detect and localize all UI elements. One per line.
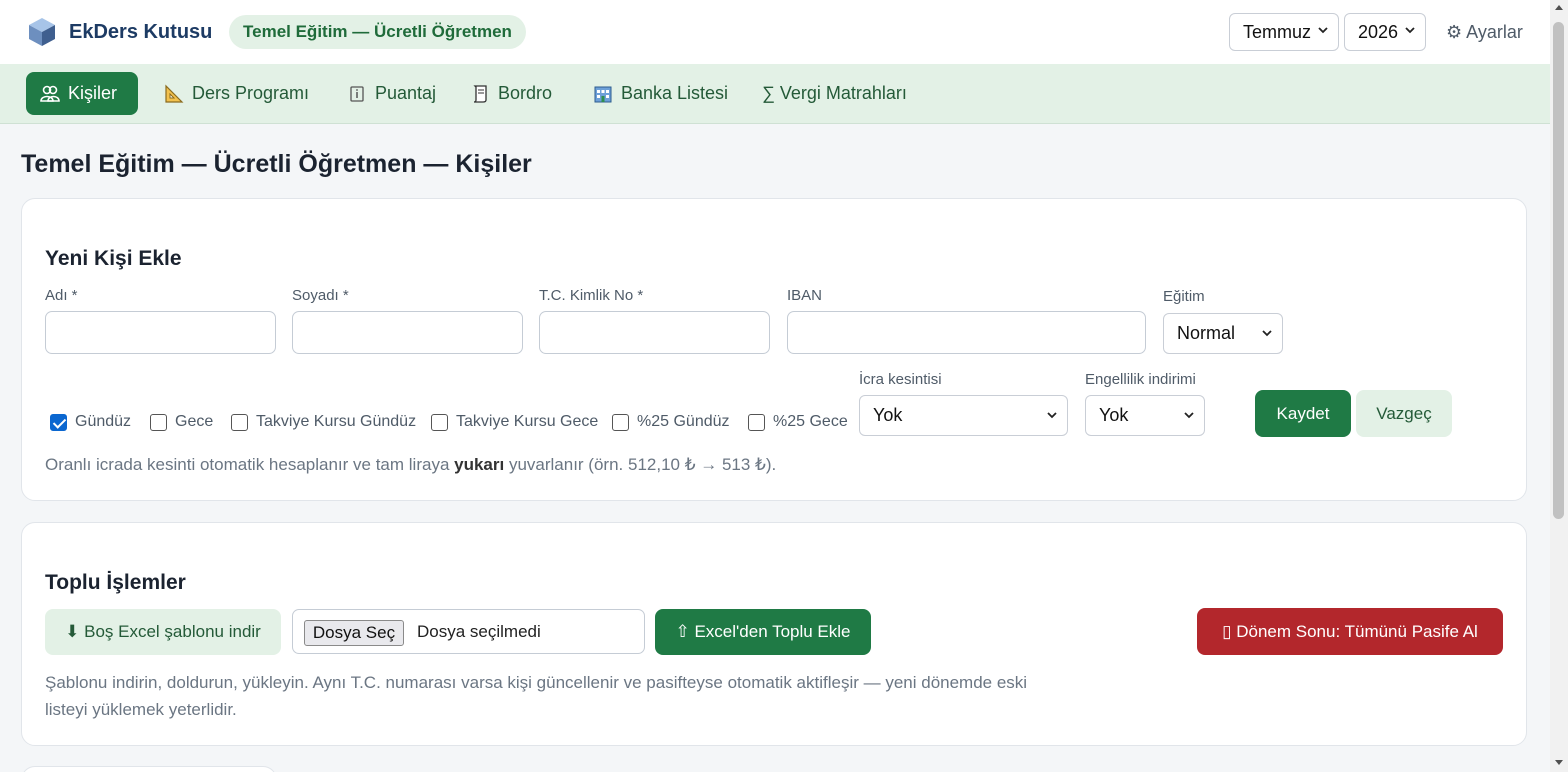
- checkbox-label: Takviye Kursu Gündüz: [256, 413, 417, 430]
- first-name-input[interactable]: [45, 311, 276, 354]
- checkbox-label: Gece: [175, 413, 214, 430]
- chevron-down-icon: [1262, 330, 1272, 337]
- scroll-up-arrow-icon[interactable]: [1555, 5, 1563, 10]
- checkbox-box[interactable]: [50, 413, 67, 431]
- checkbox-box[interactable]: [231, 413, 248, 431]
- bulk-operations-title: Toplu İşlemler: [45, 571, 186, 594]
- main-nav: Kişiler Ders Programı Puantaj Bordro Ban…: [0, 64, 1550, 124]
- disability-select[interactable]: Yok: [1085, 395, 1205, 436]
- tc-input[interactable]: [539, 311, 770, 354]
- last-name-input[interactable]: [292, 311, 523, 354]
- iban-label: IBAN: [787, 287, 823, 304]
- checkbox-box[interactable]: [150, 413, 167, 431]
- year-select[interactable]: 2026: [1344, 13, 1426, 51]
- garnishment-select-value: Yok: [873, 405, 903, 425]
- nav-item-vergi-matrahlari[interactable]: ∑ Vergi Matrahları: [748, 72, 921, 115]
- next-card: [21, 766, 277, 772]
- nav-label: ∑ Vergi Matrahları: [762, 83, 907, 103]
- garnishment-hint: Oranlı icrada kesinti otomatik hesaplanı…: [45, 455, 777, 474]
- download-template-button[interactable]: ⬇ Boş Excel şablonu indir: [45, 609, 281, 655]
- month-select[interactable]: Temmuz: [1229, 13, 1339, 51]
- nav-item-kisiler[interactable]: Kişiler: [26, 72, 138, 115]
- education-label: Eğitim: [1163, 288, 1205, 305]
- nav-label: Kişiler: [68, 83, 118, 103]
- settings-link[interactable]: ⚙ Ayarlar: [1446, 22, 1523, 43]
- last-name-label: Soyadı *: [292, 287, 349, 304]
- people-icon: [40, 85, 60, 102]
- cube-logo-icon: [29, 18, 55, 46]
- checkbox-takviye-gece[interactable]: Takviye Kursu Gece: [431, 413, 598, 431]
- checkbox-label: Gündüz: [75, 413, 132, 430]
- deactivate-all-button[interactable]: ▯ Dönem Sonu: Tümünü Pasife Al: [1197, 608, 1503, 655]
- file-input[interactable]: Dosya Seç Dosya seçilmedi: [292, 609, 645, 654]
- disability-label: Engellilik indirimi: [1085, 371, 1196, 388]
- bulk-upload-button[interactable]: ⇧ Excel'den Toplu Ekle: [655, 609, 871, 655]
- page-scrollbar[interactable]: [1550, 0, 1568, 772]
- first-name-label: Adı *: [45, 287, 78, 304]
- checkbox-yuzde25-gunduz[interactable]: %25 Gündüz: [612, 413, 730, 431]
- new-person-title: Yeni Kişi Ekle: [45, 247, 182, 270]
- education-select-value: Normal: [1177, 323, 1236, 343]
- checkbox-label: %25 Gündüz: [637, 413, 730, 430]
- nav-item-bordro[interactable]: Bordro: [456, 72, 566, 115]
- page-title: Temel Eğitim — Ücretli Öğretmen — Kişile…: [21, 150, 532, 178]
- bulk-hint: Şablonu indirin, doldurun, yükleyin. Ayn…: [45, 673, 1028, 719]
- scroll-icon: [473, 84, 487, 103]
- chevron-down-icon: [1184, 412, 1194, 419]
- nav-item-banka-listesi[interactable]: Banka Listesi: [579, 72, 742, 115]
- garnishment-label: İcra kesintisi: [859, 371, 942, 388]
- nav-item-puantaj[interactable]: Puantaj: [333, 72, 450, 115]
- ruler-icon: [165, 84, 184, 103]
- checkbox-label: Takviye Kursu Gece: [456, 413, 599, 430]
- chevron-down-icon: [1318, 27, 1328, 34]
- chevron-down-icon: [1405, 27, 1415, 34]
- checkbox-label: %25 Gece: [773, 413, 848, 430]
- iban-input[interactable]: [787, 311, 1146, 354]
- context-badge: Temel Eğitim — Ücretli Öğretmen: [229, 15, 526, 49]
- nav-item-ders-programi[interactable]: Ders Programı: [150, 72, 323, 115]
- checkbox-box[interactable]: [612, 413, 629, 431]
- bank-icon: [594, 86, 612, 102]
- checkbox-box[interactable]: [431, 413, 448, 431]
- cancel-button[interactable]: Vazgeç: [1356, 390, 1452, 437]
- app-header: EkDers Kutusu Temel Eğitim — Ücretli Öğr…: [0, 0, 1550, 64]
- choose-file-button[interactable]: Dosya Seç: [304, 620, 404, 646]
- checkbox-yuzde25-gece[interactable]: %25 Gece: [748, 413, 848, 431]
- info-icon: [350, 85, 364, 102]
- checkbox-gunduz[interactable]: Gündüz: [50, 413, 131, 431]
- checkbox-takviye-gunduz[interactable]: Takviye Kursu Gündüz: [231, 413, 416, 431]
- garnishment-select[interactable]: Yok: [859, 395, 1068, 436]
- file-status: Dosya seçilmedi: [417, 622, 541, 641]
- education-select[interactable]: Normal: [1163, 313, 1283, 354]
- nav-label: Banka Listesi: [621, 83, 729, 103]
- checkbox-gece[interactable]: Gece: [150, 413, 213, 431]
- chevron-down-icon: [1047, 412, 1057, 419]
- brand-title[interactable]: EkDers Kutusu: [69, 21, 212, 44]
- save-button[interactable]: Kaydet: [1255, 390, 1351, 437]
- scroll-thumb[interactable]: [1553, 22, 1564, 519]
- checkbox-box[interactable]: [748, 413, 765, 431]
- scroll-down-arrow-icon[interactable]: [1555, 760, 1563, 765]
- nav-label: Bordro: [498, 83, 553, 103]
- year-select-value: 2026: [1358, 21, 1399, 42]
- tc-label: T.C. Kimlik No *: [539, 287, 644, 304]
- nav-label: Puantaj: [375, 83, 437, 103]
- month-select-value: Temmuz: [1243, 21, 1312, 42]
- nav-label: Ders Programı: [192, 83, 310, 103]
- disability-select-value: Yok: [1099, 405, 1129, 425]
